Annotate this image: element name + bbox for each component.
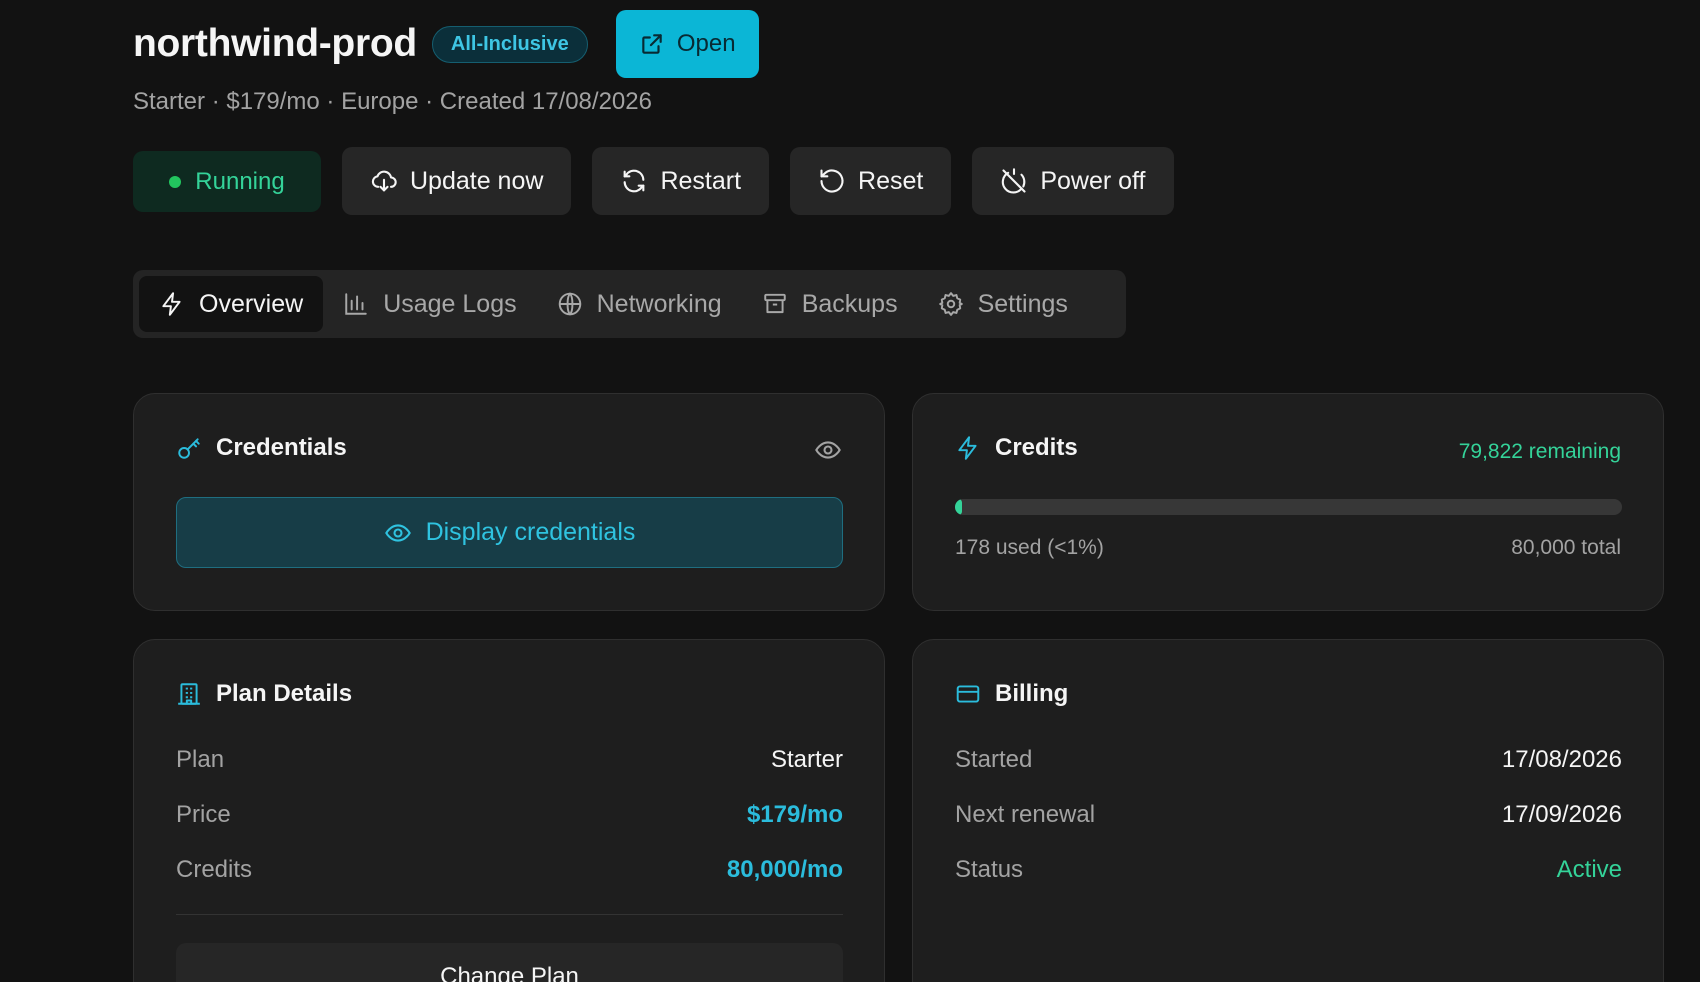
title-row: northwind-prod All-Inclusive Open — [133, 10, 759, 78]
billing-row-label: Status — [955, 856, 1024, 883]
power-off-label: Power off — [1040, 166, 1146, 195]
billing-title: Billing — [995, 680, 1069, 707]
plan-row-credits: Credits 80,000/mo — [176, 856, 843, 884]
billing-row-value: 17/08/2026 — [1501, 746, 1622, 773]
plan-row-label: Price — [176, 801, 231, 828]
tab-usage-logs[interactable]: Usage Logs — [323, 276, 536, 332]
refresh-icon — [620, 167, 648, 195]
status-label: Running — [195, 167, 285, 195]
billing-row-value: 17/09/2026 — [1501, 801, 1622, 828]
external-link-icon — [639, 31, 665, 57]
credits-title: Credits — [995, 434, 1078, 461]
display-credentials-label: Display credentials — [425, 518, 636, 546]
billing-row-started: Started 17/08/2026 — [955, 746, 1622, 774]
credentials-header: Credentials — [176, 434, 347, 462]
plan-details-card: Plan Details Plan Starter Price $179/mo … — [133, 639, 885, 982]
restart-button[interactable]: Restart — [592, 147, 770, 215]
plan-row-plan: Plan Starter — [176, 746, 843, 774]
building-icon — [176, 681, 202, 707]
tab-backups[interactable]: Backups — [742, 276, 918, 332]
status-badge: Running — [133, 151, 321, 212]
billing-header: Billing — [955, 680, 1068, 708]
credentials-card: Credentials Display credentials — [133, 393, 885, 611]
open-button-label: Open — [676, 30, 736, 57]
credit-card-icon — [955, 681, 981, 707]
lightning-icon — [159, 291, 185, 317]
archive-icon — [762, 291, 788, 317]
plan-row-value: 80,000/mo — [726, 856, 843, 883]
status-dot-icon — [169, 175, 182, 188]
credits-total: 80,000 total — [1511, 536, 1621, 559]
reset-button[interactable]: Reset — [790, 147, 952, 215]
key-icon — [176, 435, 202, 461]
tab-networking-label: Networking — [596, 289, 722, 318]
toggle-visibility-button[interactable] — [814, 436, 842, 464]
eye-icon — [814, 436, 842, 464]
update-now-button[interactable]: Update now — [342, 147, 572, 215]
billing-row-label: Started — [955, 746, 1033, 773]
change-plan-button[interactable]: Change Plan — [176, 943, 843, 982]
tab-overview-label: Overview — [199, 289, 304, 318]
tab-bar: Overview Usage Logs Networking Backups S… — [133, 270, 1126, 338]
page-title: northwind-prod — [133, 22, 417, 65]
plan-row-label: Credits — [176, 856, 253, 883]
cloud-download-icon — [370, 167, 398, 195]
bar-chart-icon — [343, 291, 369, 317]
restart-label: Restart — [660, 166, 742, 195]
billing-row-status: Status Active — [955, 856, 1622, 884]
credentials-title: Credentials — [216, 434, 347, 461]
rotate-ccw-icon — [818, 167, 846, 195]
plan-row-value: Starter — [770, 746, 843, 773]
plan-details-title: Plan Details — [216, 680, 353, 707]
gear-icon — [938, 291, 964, 317]
plan-badge: All-Inclusive — [431, 25, 588, 63]
tab-overview[interactable]: Overview — [139, 276, 324, 332]
plan-row-price: Price $179/mo — [176, 801, 843, 829]
billing-row-label: Next renewal — [955, 801, 1096, 828]
update-now-label: Update now — [410, 166, 544, 195]
reset-label: Reset — [858, 166, 924, 195]
lightning-icon — [955, 435, 981, 461]
billing-row-value: Active — [1556, 856, 1622, 883]
plan-details-header: Plan Details — [176, 680, 352, 708]
page: northwind-prod All-Inclusive Open Starte… — [0, 0, 1700, 982]
tab-settings-label: Settings — [977, 289, 1068, 318]
plan-row-label: Plan — [176, 746, 225, 773]
tab-networking[interactable]: Networking — [537, 276, 742, 332]
display-credentials-button[interactable]: Display credentials — [176, 497, 843, 568]
credits-header: Credits — [955, 434, 1078, 462]
tab-backups-label: Backups — [801, 289, 898, 318]
tab-usage-logs-label: Usage Logs — [383, 289, 517, 318]
credits-progress-fill — [955, 499, 963, 515]
credits-progress-bar — [955, 499, 1622, 515]
open-button[interactable]: Open — [615, 10, 759, 78]
plan-row-value: $179/mo — [746, 801, 843, 828]
power-off-button[interactable]: Power off — [972, 147, 1174, 215]
power-off-icon — [1000, 167, 1028, 195]
billing-row-next-renewal: Next renewal 17/09/2026 — [955, 801, 1622, 829]
divider — [176, 914, 843, 915]
credits-card: Credits 79,822 remaining 178 used (<1%) … — [912, 393, 1664, 611]
globe-icon — [557, 291, 583, 317]
subtitle: Starter · $179/mo · Europe · Created 17/… — [133, 88, 652, 115]
tab-settings[interactable]: Settings — [918, 276, 1088, 332]
credits-remaining: 79,822 remaining — [1458, 440, 1621, 463]
action-bar: Running Update now Restart Reset Power o… — [133, 147, 1174, 215]
billing-card: Billing Started 17/08/2026 Next renewal … — [912, 639, 1664, 982]
credits-used: 178 used (<1%) — [955, 536, 1104, 559]
eye-icon — [384, 519, 412, 547]
